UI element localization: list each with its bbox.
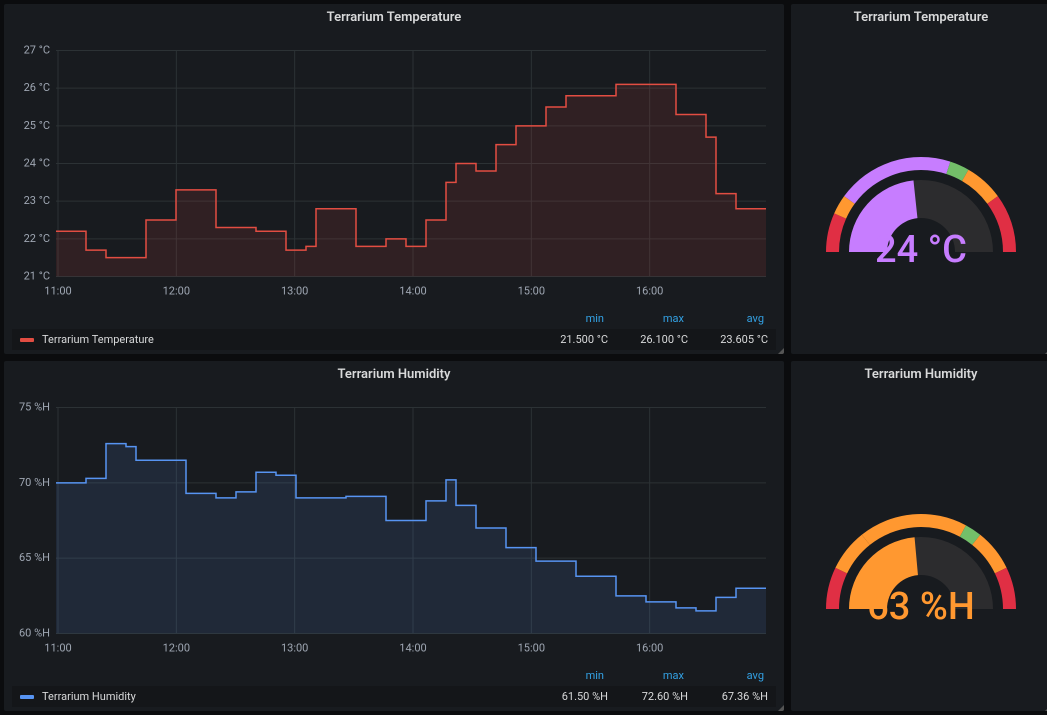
svg-text:15:00: 15:00 xyxy=(518,642,545,655)
resize-handle-icon[interactable] xyxy=(778,348,784,354)
svg-text:25 °C: 25 °C xyxy=(24,119,50,132)
svg-text:24 °C: 24 °C xyxy=(24,157,50,170)
svg-text:16:00: 16:00 xyxy=(636,285,663,298)
svg-text:75 %H: 75 %H xyxy=(19,401,50,414)
legend-avg: 23.605 °C xyxy=(688,333,768,346)
svg-text:65 %H: 65 %H xyxy=(19,551,50,564)
gauge: 24 °C xyxy=(811,102,1031,282)
svg-text:14:00: 14:00 xyxy=(399,285,426,298)
legend-max: 26.100 °C xyxy=(608,333,688,346)
legend-row[interactable]: Terrarium Humidity 61.50 %H 72.60 %H 67.… xyxy=(12,686,776,707)
svg-text:23 °C: 23 °C xyxy=(24,194,50,207)
chart-area: 60 %H 65 %H 70 %H 75 %H 11:00 12:00 13:00 14:00… xyxy=(4,386,784,711)
svg-text:15:00: 15:00 xyxy=(518,285,545,298)
svg-text:14:00: 14:00 xyxy=(399,642,426,655)
panel-title: Terrarium Humidity xyxy=(4,361,784,386)
panel-hum-chart[interactable]: Terrarium Humidity 60 %H 65 %H 70 %H 75 %H 1… xyxy=(4,361,784,711)
legend-header: min max avg xyxy=(12,308,776,329)
legend-max: 72.60 %H xyxy=(608,690,688,703)
svg-text:11:00: 11:00 xyxy=(44,642,71,655)
legend-name: Terrarium Temperature xyxy=(42,333,528,346)
legend-min: 21.500 °C xyxy=(528,333,608,346)
gauge-value: 24 °C xyxy=(811,228,1031,272)
svg-text:13:00: 13:00 xyxy=(281,285,308,298)
panel-temp-gauge[interactable]: Terrarium Temperature 24 °C xyxy=(791,4,1047,354)
panel-hum-gauge[interactable]: Terrarium Humidity 63 %H xyxy=(791,361,1047,711)
svg-text:26 °C: 26 °C xyxy=(24,81,50,94)
gauge: 63 %H xyxy=(811,459,1031,639)
svg-text:16:00: 16:00 xyxy=(636,642,663,655)
chart-svg: 21 °C 22 °C 23 °C 24 °C 25 °C 26 °C 27 °C 11:00… xyxy=(12,33,776,308)
panel-title: Terrarium Temperature xyxy=(791,4,1047,29)
svg-text:12:00: 12:00 xyxy=(163,642,190,655)
svg-text:60 %H: 60 %H xyxy=(19,627,50,640)
chart-area: 21 °C 22 °C 23 °C 24 °C 25 °C 26 °C 27 °C 11:00… xyxy=(4,29,784,354)
svg-text:12:00: 12:00 xyxy=(163,285,190,298)
svg-text:13:00: 13:00 xyxy=(281,642,308,655)
svg-text:27 °C: 27 °C xyxy=(24,44,50,57)
chart-svg: 60 %H 65 %H 70 %H 75 %H 11:00 12:00 13:00 14:00… xyxy=(12,390,776,665)
legend-min: 61.50 %H xyxy=(528,690,608,703)
legend-swatch xyxy=(20,695,34,699)
legend-header: min max avg xyxy=(12,665,776,686)
svg-text:11:00: 11:00 xyxy=(44,285,71,298)
gauge-value: 63 %H xyxy=(811,585,1031,629)
panel-temp-chart[interactable]: Terrarium Temperature 21 °C 22 °C 23 °C 24 … xyxy=(4,4,784,354)
panel-title: Terrarium Humidity xyxy=(791,361,1047,386)
svg-text:21 °C: 21 °C xyxy=(24,270,50,283)
legend-row[interactable]: Terrarium Temperature 21.500 °C 26.100 °… xyxy=(12,329,776,350)
resize-handle-icon[interactable] xyxy=(778,705,784,711)
legend-name: Terrarium Humidity xyxy=(42,690,528,703)
legend-swatch xyxy=(20,338,34,342)
svg-text:70 %H: 70 %H xyxy=(19,476,50,489)
panel-title: Terrarium Temperature xyxy=(4,4,784,29)
svg-text:22 °C: 22 °C xyxy=(24,232,50,245)
legend-avg: 67.36 %H xyxy=(688,690,768,703)
